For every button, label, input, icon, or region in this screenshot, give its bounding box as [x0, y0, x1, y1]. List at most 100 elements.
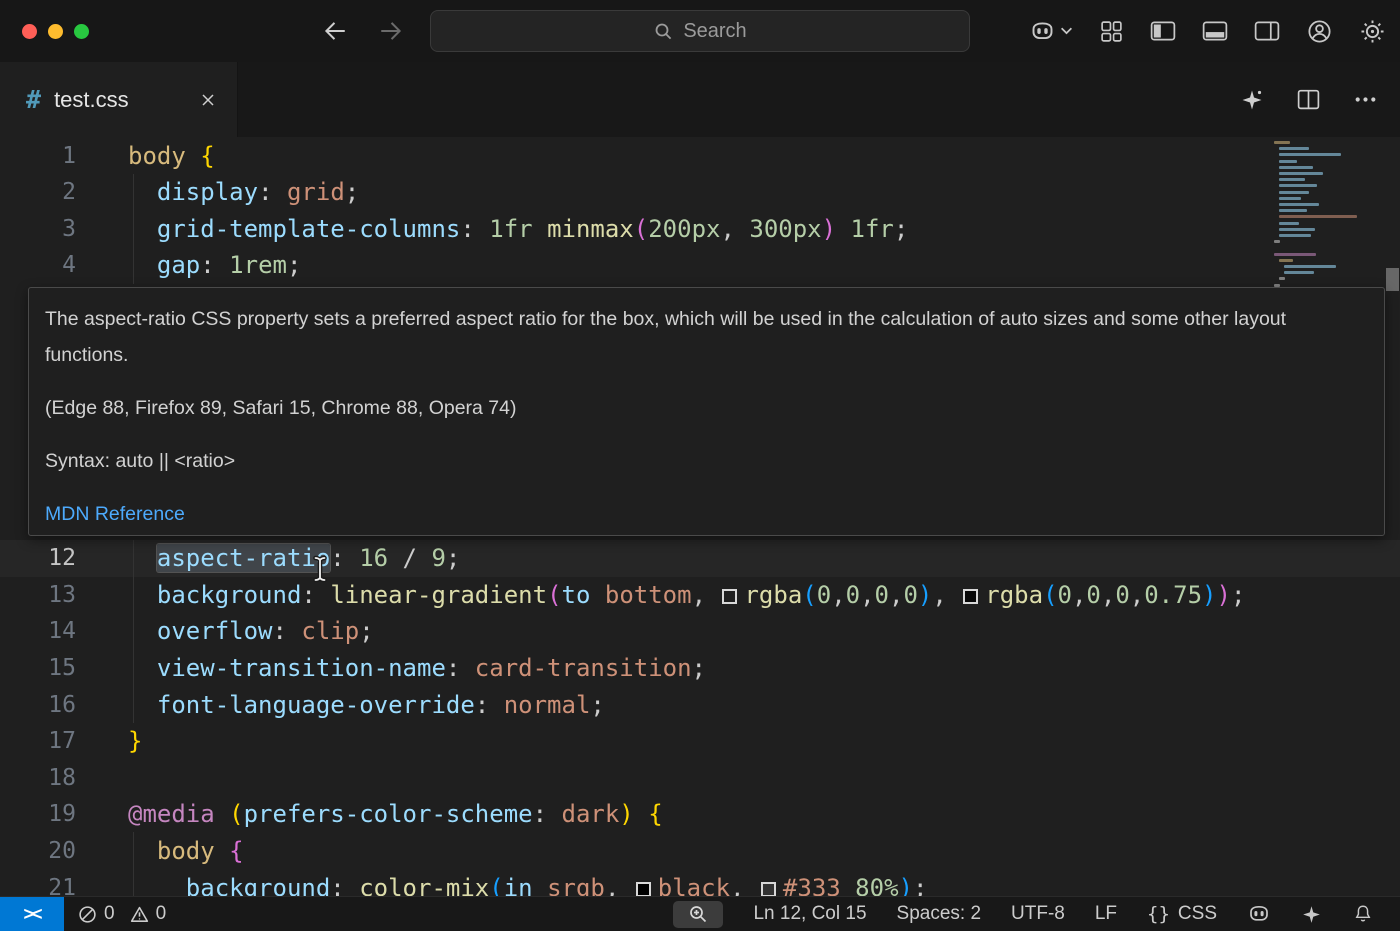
tooltip-description: The aspect-ratio CSS property sets a pre… [45, 301, 1368, 373]
arrow-right-icon [378, 18, 404, 44]
close-icon [199, 91, 217, 109]
indent-guide [133, 540, 134, 723]
forward-button[interactable] [378, 18, 404, 44]
color-swatch[interactable] [636, 882, 651, 897]
code-line-15[interactable]: 15 view-transition-name: card-transition… [0, 649, 1400, 686]
code-line-20[interactable]: 20 body { [0, 832, 1400, 869]
tab-test-css[interactable]: # test.css [0, 62, 238, 137]
line-number: 16 [0, 692, 76, 718]
line-number: 2 [0, 179, 76, 205]
magnifier-icon [688, 904, 708, 924]
language-indicator[interactable]: {} CSS [1147, 903, 1217, 925]
code-line-1[interactable]: 1body { [0, 137, 1400, 174]
line-number: 12 [0, 545, 76, 571]
editor[interactable]: 1body {2 display: grid;3 grid-template-c… [0, 137, 1400, 896]
arrow-left-icon [322, 18, 348, 44]
account-button[interactable] [1306, 18, 1333, 45]
panel-right-icon [1254, 20, 1280, 42]
zoom-window-button[interactable] [74, 24, 89, 39]
minimize-window-button[interactable] [48, 24, 63, 39]
zoom-indicator[interactable] [673, 901, 723, 928]
search-box[interactable]: Search [430, 10, 970, 52]
eol-indicator[interactable]: LF [1095, 903, 1117, 925]
color-swatch[interactable] [963, 589, 978, 604]
line-number: 3 [0, 216, 76, 242]
indent-guide [133, 832, 134, 896]
tab-close-button[interactable] [193, 85, 223, 115]
chevron-down-icon [1060, 26, 1073, 36]
color-swatch[interactable] [722, 589, 737, 604]
warning-count: 0 [156, 903, 167, 925]
code-line-17[interactable]: 17} [0, 723, 1400, 760]
settings-button[interactable] [1359, 18, 1386, 45]
line-number: 17 [0, 728, 76, 754]
line-number: 19 [0, 801, 76, 827]
code-line-14[interactable]: 14 overflow: clip; [0, 613, 1400, 650]
tab-label: test.css [54, 87, 129, 113]
line-number: 21 [0, 875, 76, 897]
sparkle-icon [1240, 88, 1264, 112]
sparkle-icon [1301, 904, 1322, 925]
indent-guide [133, 174, 134, 284]
copilot-icon [1247, 902, 1271, 926]
error-icon [78, 905, 97, 924]
search-placeholder: Search [683, 20, 746, 43]
word-highlight: aspect-ratio [157, 544, 330, 572]
split-editor-button[interactable] [1296, 87, 1321, 112]
copilot-sparkle-button[interactable] [1301, 904, 1322, 925]
toggle-panel-button[interactable] [1202, 20, 1228, 42]
color-swatch[interactable] [761, 882, 776, 897]
code-line-2[interactable]: 2 display: grid; [0, 174, 1400, 211]
copilot-menu-button[interactable] [1029, 18, 1073, 45]
copilot-status-button[interactable] [1247, 902, 1271, 926]
line-col-indicator[interactable]: Ln 12, Col 15 [753, 903, 866, 925]
back-button[interactable] [322, 18, 348, 44]
code-line-13[interactable]: 13 background: linear-gradient(to bottom… [0, 576, 1400, 613]
status-bar: >< 0 0 Ln 12, Col 15 Spaces: 2 UTF-8 LF … [0, 896, 1400, 931]
code-line-3[interactable]: 3 grid-template-columns: 1fr minmax(200p… [0, 210, 1400, 247]
gear-icon [1359, 18, 1386, 45]
titlebar-actions [1029, 0, 1386, 62]
braces-icon: {} [1147, 903, 1170, 925]
titlebar: Search [0, 0, 1400, 62]
vscode-window: Search [0, 0, 1400, 931]
warning-icon [130, 905, 149, 924]
scrollbar-thumb[interactable] [1386, 268, 1399, 291]
history-nav [322, 0, 404, 62]
panel-left-icon [1150, 20, 1176, 42]
ellipsis-icon [1353, 87, 1378, 112]
remote-indicator[interactable]: >< [0, 897, 64, 931]
account-icon [1306, 18, 1333, 45]
code-line-18[interactable]: 18 [0, 759, 1400, 796]
line-number: 20 [0, 838, 76, 864]
problems-button[interactable]: 0 0 [78, 903, 174, 925]
customize-layout-button[interactable] [1099, 19, 1124, 44]
code-line-12[interactable]: 12 aspect-ratio: 16 / 9; [0, 540, 1400, 577]
notifications-bell-button[interactable] [1352, 903, 1374, 925]
indentation-indicator[interactable]: Spaces: 2 [897, 903, 982, 925]
line-number: 4 [0, 252, 76, 278]
tab-bar: # test.css [0, 62, 1400, 137]
code-line-16[interactable]: 16 font-language-override: normal; [0, 686, 1400, 723]
tooltip-syntax: Syntax: auto || <ratio> [45, 443, 1368, 479]
encoding-indicator[interactable]: UTF-8 [1011, 903, 1065, 925]
line-number: 15 [0, 655, 76, 681]
hover-tooltip: The aspect-ratio CSS property sets a pre… [28, 287, 1385, 536]
code-line-21[interactable]: 21 background: color-mix(in srgb, black,… [0, 869, 1400, 896]
code-line-19[interactable]: 19@media (prefers-color-scheme: dark) { [0, 796, 1400, 833]
search-icon [653, 21, 673, 41]
error-count: 0 [104, 903, 115, 925]
more-actions-button[interactable] [1353, 87, 1378, 112]
minimap[interactable] [1274, 141, 1386, 306]
toggle-secondary-sidebar-button[interactable] [1254, 20, 1280, 42]
copilot-edit-button[interactable] [1240, 88, 1264, 112]
editor-actions [1240, 62, 1378, 137]
toggle-primary-sidebar-button[interactable] [1150, 20, 1176, 42]
mdn-reference-link[interactable]: MDN Reference [45, 503, 185, 525]
close-window-button[interactable] [22, 24, 37, 39]
traffic-lights [22, 0, 89, 62]
code-line-4[interactable]: 4 gap: 1rem; [0, 247, 1400, 284]
status-right: Ln 12, Col 15 Spaces: 2 UTF-8 LF {} CSS [673, 897, 1400, 931]
line-number: 14 [0, 618, 76, 644]
bell-icon [1352, 903, 1374, 925]
